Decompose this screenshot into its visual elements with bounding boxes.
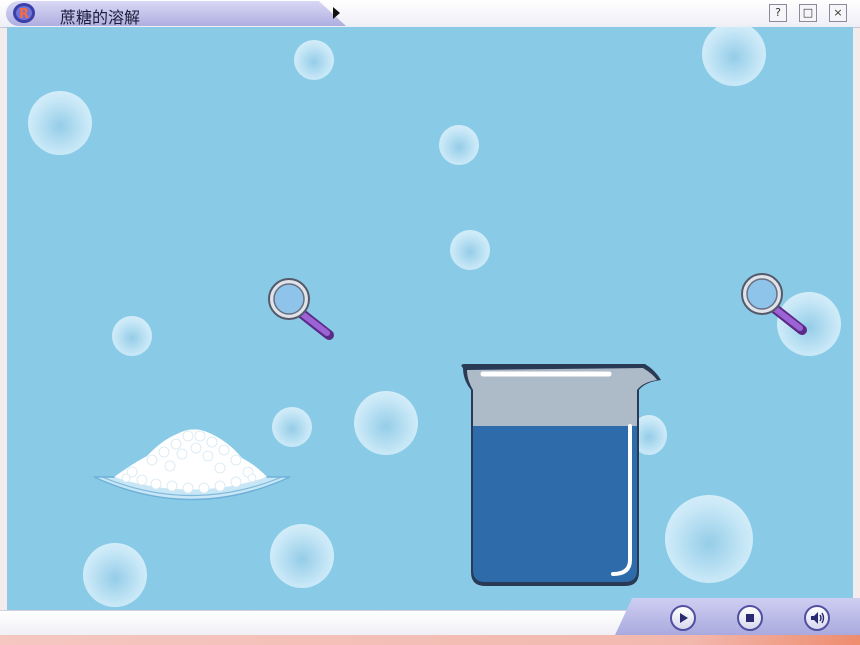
volume-icon — [811, 612, 825, 624]
bubble — [665, 495, 753, 583]
beaker-of-water[interactable] — [455, 360, 669, 592]
bubble — [294, 40, 334, 80]
bubble — [83, 543, 147, 607]
help-button[interactable]: ? — [769, 4, 787, 22]
bubble — [28, 91, 92, 155]
bubble — [702, 27, 766, 86]
stop-icon — [746, 614, 754, 622]
app-title: 蔗糖的溶解 — [60, 8, 141, 27]
svg-text:R: R — [19, 7, 29, 22]
bubble — [270, 524, 334, 588]
sugar-dish[interactable] — [92, 422, 292, 512]
bubble — [439, 125, 479, 165]
magnifier-icon[interactable] — [738, 272, 810, 338]
volume-button[interactable] — [804, 605, 830, 631]
magnifier-icon[interactable] — [265, 277, 337, 343]
title-bar: R 蔗糖的溶解 ? □ × — [0, 0, 860, 28]
title-tab — [6, 1, 346, 26]
nav-arrow-icon[interactable] — [333, 7, 340, 19]
animation-stage — [7, 27, 853, 610]
desktop-footer-strip — [0, 635, 860, 645]
close-button[interactable]: × — [829, 4, 847, 22]
restore-button[interactable]: □ — [799, 4, 817, 22]
stop-button[interactable] — [737, 605, 763, 631]
bubble — [354, 391, 418, 455]
play-button[interactable] — [670, 605, 696, 631]
play-icon — [680, 613, 688, 623]
app-logo-icon: R — [13, 3, 35, 23]
bubble — [112, 316, 152, 356]
bubble — [450, 230, 490, 270]
